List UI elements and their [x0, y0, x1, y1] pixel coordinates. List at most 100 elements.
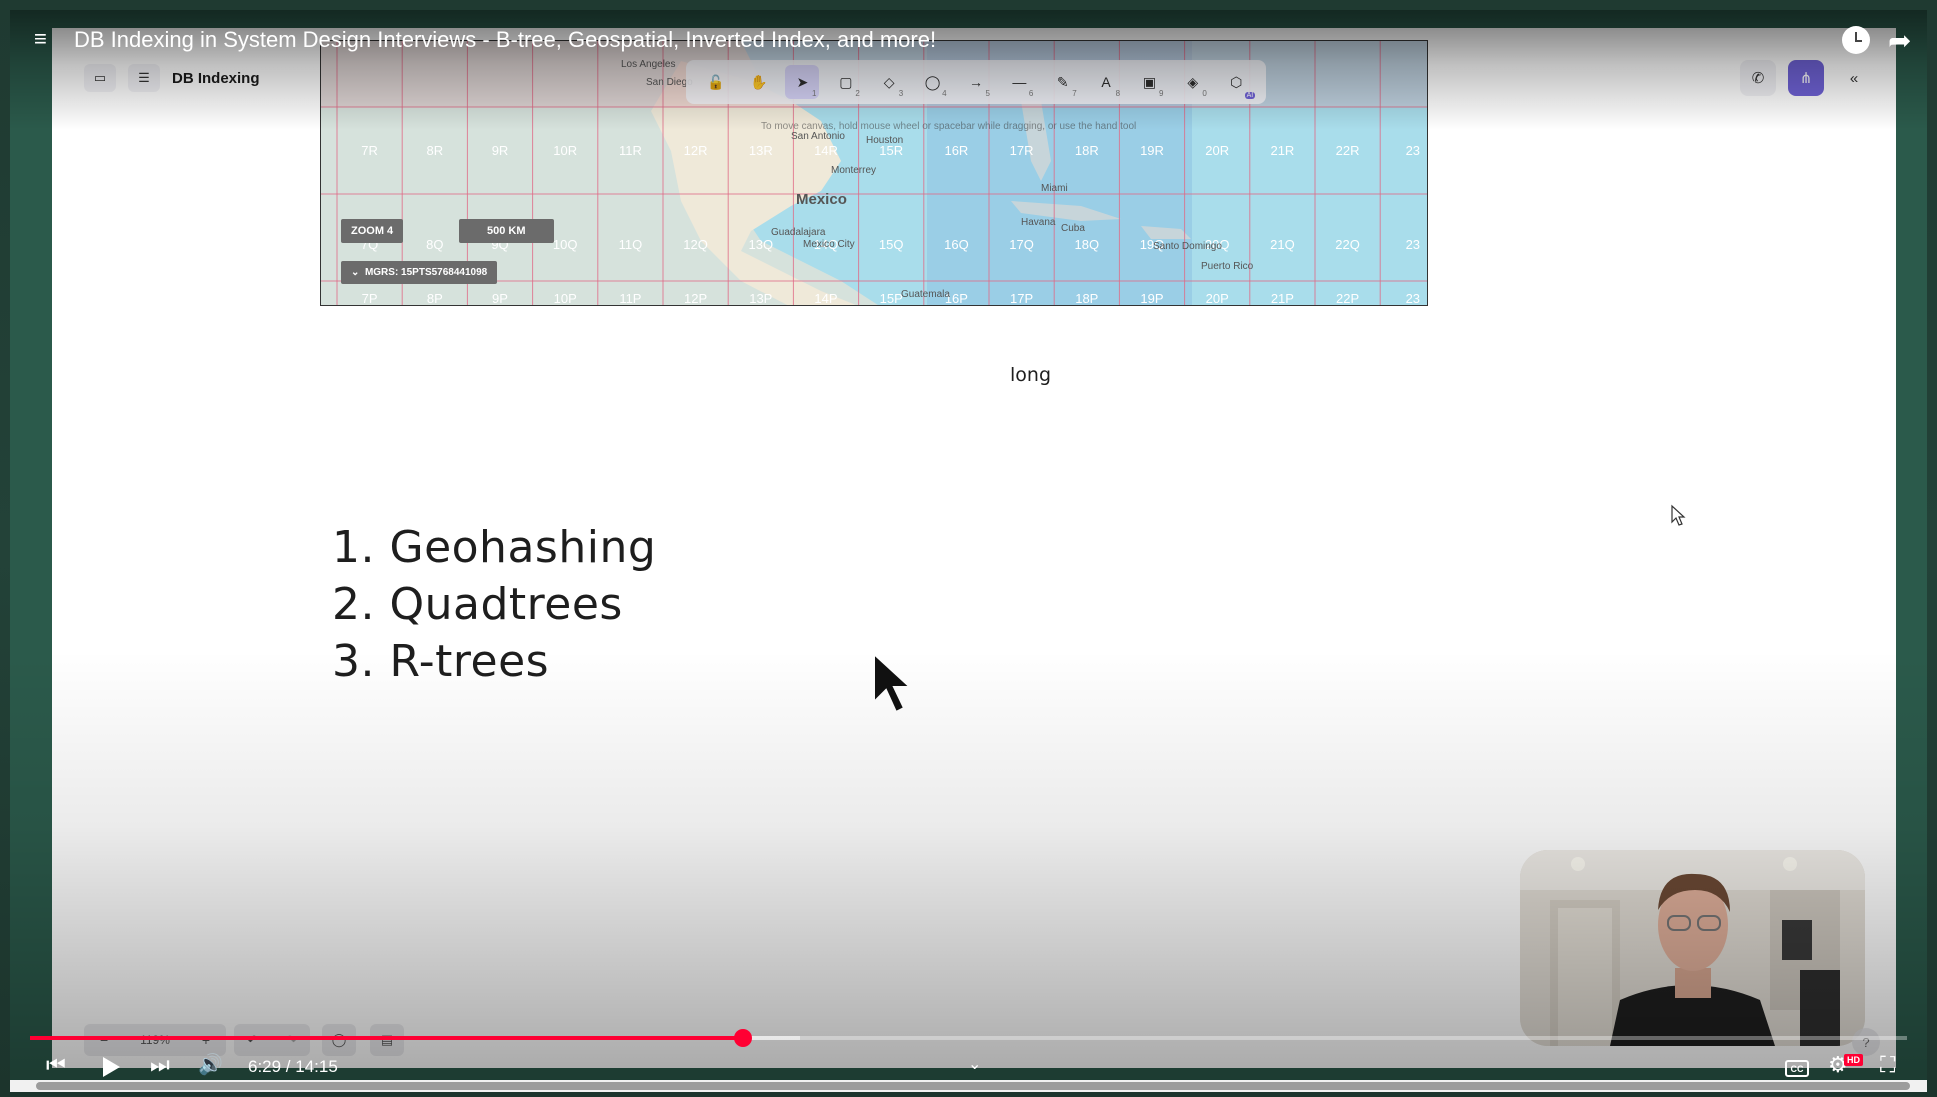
list-item: 1. Geohashing: [332, 522, 657, 573]
file-title: DB Indexing: [172, 69, 260, 87]
mgrs-text: MGRS: 15PTS5768441098: [364, 267, 488, 278]
arrow-icon[interactable]: → 5: [959, 65, 993, 99]
shapes-icon[interactable]: ⬡ AI: [1219, 65, 1256, 99]
grid-cell-label: 19P: [1140, 291, 1163, 306]
presenter-video: [1520, 850, 1865, 1046]
hand-icon[interactable]: ✋: [742, 65, 776, 99]
pointer-cursor-icon: [1671, 504, 1686, 526]
excalidraw-top-right: ✆ ⋔ «: [1740, 60, 1872, 96]
undo-icon[interactable]: ↶: [247, 1032, 259, 1049]
line-icon[interactable]: —6: [1002, 65, 1036, 99]
grid-cell-label: 8P: [427, 291, 443, 306]
grid-cell-label: 23: [1406, 143, 1420, 158]
scale-badge: 500 KM: [459, 219, 554, 243]
app-frame: 7R 8R 9R 10R 11R 12R 13R 14R 15R 16R 17R 18R 19R 20R 2…: [0, 0, 1937, 1097]
grid-cell-label: 22R: [1336, 143, 1360, 158]
horizontal-scrollbar[interactable]: [10, 1080, 1927, 1092]
grid-cell-label: 15Q: [879, 237, 904, 252]
grid-cell-label: 20R: [1205, 143, 1229, 158]
grid-cell-label: 12P: [684, 291, 707, 306]
list-item: 3. R-trees: [332, 636, 550, 687]
text-icon[interactable]: A8: [1089, 65, 1123, 99]
mgrs-badge: ⌄ MGRS: 15PTS5768441098: [341, 261, 498, 284]
grid-cell-label: 18Q: [1075, 237, 1100, 252]
zoom-out-button[interactable]: −: [100, 1032, 108, 1048]
progress-played: [30, 1036, 743, 1040]
presentation-icon[interactable]: ▤: [370, 1024, 404, 1056]
map-place-label: Havana: [1021, 217, 1056, 228]
map-place-label: Guadalajara: [771, 227, 826, 238]
map-place-label: Guatemala: [901, 289, 950, 300]
ellipse-icon[interactable]: ◯ 4: [916, 65, 950, 99]
grid-cell-label: 12Q: [683, 237, 708, 252]
call-icon[interactable]: ✆: [1740, 60, 1776, 96]
grid-cell-label: 11R: [619, 143, 642, 158]
grid-cell-label: 18P: [1075, 291, 1098, 306]
clock-icon[interactable]: [1842, 26, 1870, 54]
grid-cell-label: 17P: [1010, 291, 1033, 306]
grid-cell-label: 20P: [1206, 291, 1229, 306]
grid-cell-label: 19R: [1140, 143, 1164, 158]
grid-cell-label: 15P: [880, 291, 903, 306]
grid-cell-label: 23: [1406, 291, 1420, 306]
video-surface[interactable]: 7R 8R 9R 10R 11R 12R 13R 14R 15R 16R 17R 18R 19R 20R 2…: [10, 10, 1927, 1090]
rectangle-icon[interactable]: ▢ 2: [829, 65, 863, 99]
comment-icon[interactable]: ◯: [322, 1024, 356, 1056]
cc-icon[interactable]: CC: [1785, 1060, 1809, 1077]
mouse-cursor-icon: [873, 651, 913, 714]
eraser-icon[interactable]: ◈ 0: [1176, 65, 1210, 99]
grid-cell-label: 10Q: [553, 237, 578, 252]
redo-icon[interactable]: ↷: [285, 1032, 297, 1049]
map-place-label: Santo Domingo: [1153, 241, 1222, 252]
share-button[interactable]: ⋔: [1788, 60, 1824, 96]
volume-icon[interactable]: 🔊: [198, 1052, 223, 1077]
pencil-icon[interactable]: ✎ 7: [1046, 65, 1080, 99]
map-place-label: Cuba: [1061, 223, 1085, 234]
map-place-label: Houston: [866, 135, 903, 146]
skip-previous-icon[interactable]: ⏮: [46, 1052, 66, 1078]
grid-cell-label: 10P: [554, 291, 577, 306]
time-display: 6:29 / 14:15: [248, 1057, 338, 1076]
grid-cell-label: 21Q: [1270, 237, 1295, 252]
zoom-in-button[interactable]: +: [202, 1032, 210, 1048]
grid-cell-label: 12R: [684, 143, 708, 158]
sidebar-toggle-icon[interactable]: ▭: [84, 64, 116, 92]
diamond-icon[interactable]: ◇ 3: [872, 65, 906, 99]
image-icon[interactable]: ▣ 9: [1132, 65, 1166, 99]
excalidraw-toolbar: 🔓 ✋ ➤ 1 ▢ 2 ◇ 3 ◯ 4 → 5 —6 ✎ 7 A 8 ▣ 9 ◈ 0 ⬡ AI: [686, 60, 1266, 104]
hamburger-menu-icon[interactable]: ☰: [128, 64, 160, 92]
help-icon[interactable]: ?: [1852, 1028, 1880, 1056]
grid-cell-label: 16R: [944, 143, 968, 158]
select-icon[interactable]: ➤ 1: [785, 65, 820, 99]
map-hint-text: To move canvas, hold mouse wheel or spac…: [761, 121, 1137, 132]
grid-cell-label: 7P: [362, 291, 378, 306]
hd-badge: HD: [1844, 1054, 1863, 1066]
grid-cell-label: 17R: [1010, 143, 1034, 158]
map-place-label: Puerto Rico: [1201, 261, 1254, 272]
lock-icon[interactable]: 🔓: [699, 65, 733, 99]
progress-bar[interactable]: [30, 1029, 1907, 1047]
grid-cell-label: 14P: [814, 291, 837, 306]
playlist-icon[interactable]: ≡: [34, 26, 47, 52]
collapse-icon[interactable]: «: [1836, 60, 1872, 96]
video-player[interactable]: 7R 8R 9R 10R 11R 12R 13R 14R 15R 16R 17R 18R 19R 20R 2…: [10, 10, 1927, 1090]
scrollbar-thumb[interactable]: [36, 1082, 1910, 1090]
grid-cell-label: 11Q: [619, 237, 643, 252]
grid-cell-label: 10R: [553, 143, 577, 158]
play-icon[interactable]: [100, 1055, 122, 1079]
exit-fullscreen-icon[interactable]: ⛶: [1880, 1052, 1895, 1078]
share-icon: ⋔: [1799, 70, 1813, 87]
share-arrow-icon[interactable]: ➦: [1888, 24, 1911, 57]
axis-label-long: long: [1010, 364, 1052, 386]
grid-cell-label: 8Q: [426, 237, 443, 252]
grid-cell-label: 13P: [749, 291, 772, 306]
webcam-overlay: [1520, 850, 1865, 1046]
map-place-label: Monterrey: [831, 165, 876, 176]
skip-next-icon[interactable]: ⏭: [150, 1052, 170, 1078]
progress-scrubber[interactable]: [733, 1029, 752, 1047]
map-place-label: Miami: [1041, 183, 1068, 194]
chevron-down-icon[interactable]: ⌄: [968, 1054, 981, 1074]
grid-cell-label: 23: [1406, 237, 1420, 252]
grid-cell-label: 13Q: [749, 237, 774, 252]
video-title[interactable]: DB Indexing in System Design Interviews …: [74, 27, 936, 53]
